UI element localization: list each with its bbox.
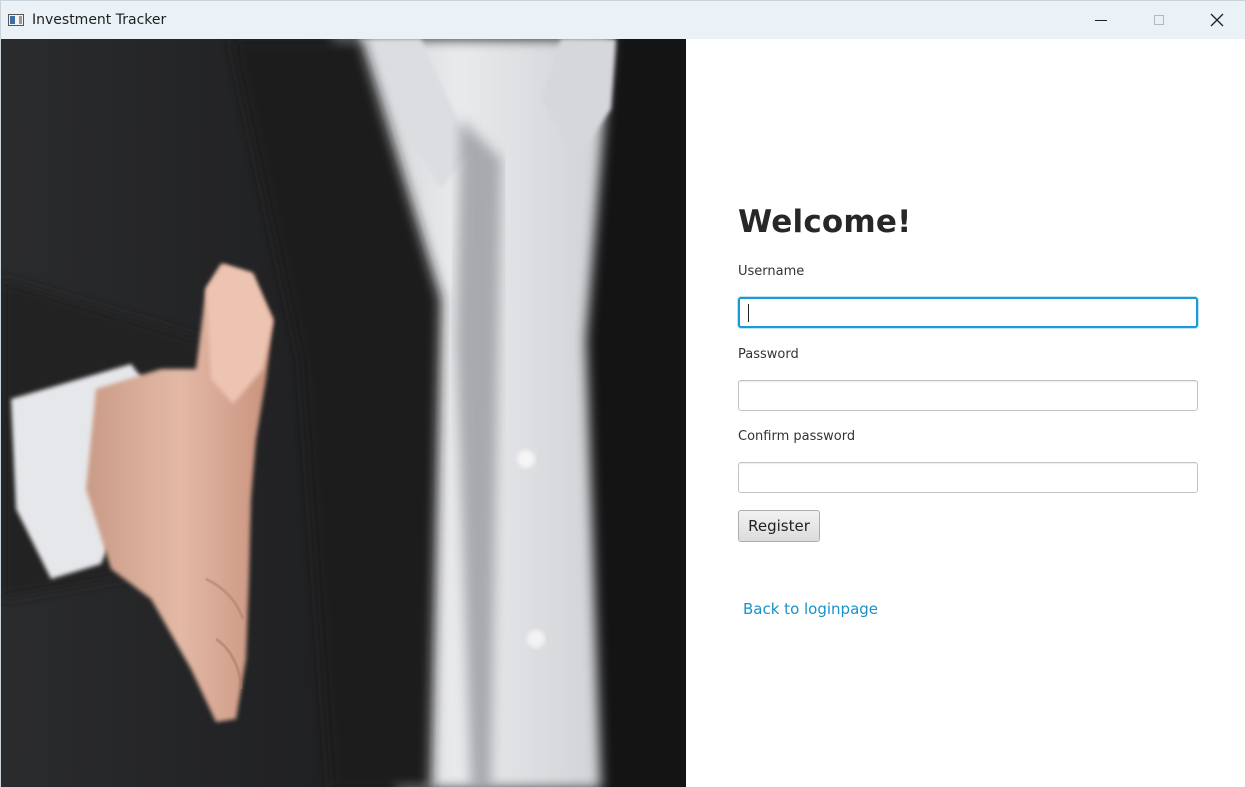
close-button[interactable]: [1188, 1, 1245, 39]
app-window: Investment Tracker Welcome! Username Pas…: [0, 0, 1246, 788]
username-input[interactable]: [738, 297, 1198, 328]
back-to-login-link[interactable]: Back to loginpage: [743, 600, 878, 618]
register-button[interactable]: Register: [738, 510, 820, 542]
password-label: Password: [738, 347, 799, 362]
text-caret: [748, 304, 749, 322]
window-title: Investment Tracker: [32, 12, 167, 28]
title-bar[interactable]: Investment Tracker: [1, 1, 1245, 39]
password-input[interactable]: [738, 380, 1198, 411]
confirm-password-label: Confirm password: [738, 429, 856, 444]
confirm-password-input[interactable]: [738, 462, 1198, 493]
minimize-button[interactable]: [1072, 1, 1130, 39]
close-icon: [1210, 13, 1224, 27]
maximize-icon: [1154, 15, 1164, 25]
username-label: Username: [738, 264, 805, 279]
welcome-heading: Welcome!: [738, 204, 912, 240]
minimize-icon: [1095, 19, 1107, 21]
app-icon: [8, 14, 24, 26]
register-panel: Welcome! Username Password Confirm passw…: [686, 39, 1245, 787]
handshake-photo: [1, 39, 686, 787]
maximize-button[interactable]: [1130, 1, 1188, 39]
